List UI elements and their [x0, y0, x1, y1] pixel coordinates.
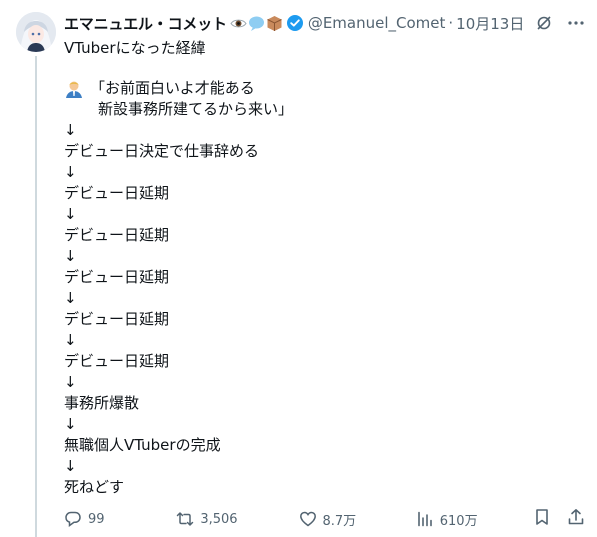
arrow-line: ↓ — [64, 415, 77, 433]
step-line: デビュー日決定で仕事辞める — [64, 142, 260, 160]
arrow-line: ↓ — [64, 373, 77, 391]
like-count: 8.7万 — [322, 513, 357, 529]
step-line: デビュー日延期 — [64, 184, 170, 202]
step-line: 事務所爆散 — [64, 394, 140, 412]
reply-count: 99 — [88, 511, 105, 527]
repost-button[interactable]: 3,506 — [176, 510, 298, 528]
share-icon[interactable] — [567, 508, 585, 530]
arrow-line: ↓ — [64, 121, 77, 139]
more-options-icon[interactable] — [567, 14, 585, 32]
step-line: デビュー日延期 — [64, 226, 170, 244]
name-emojis — [230, 15, 283, 32]
post-date[interactable]: 10月13日 — [456, 13, 524, 34]
action-bar: 99 3,506 8.7万 610万 — [64, 508, 585, 530]
bookmark-icon[interactable] — [533, 508, 551, 530]
post-lines: 「お前面白いよ才能ある 新設事務所建てるから来い」 ↓ デビュー日決定で仕事辞め… — [64, 78, 293, 498]
reply-icon — [65, 511, 81, 527]
arrow-line: ↓ — [64, 457, 77, 475]
step-line: 無職個人VTuberの完成 — [64, 436, 221, 454]
avatar-image — [16, 12, 56, 52]
post-body: VTuberになった経緯 「お前面白いよ才能ある 新設事務所建てるから来い」 ↓… — [64, 38, 585, 496]
repost-icon — [177, 512, 194, 526]
like-button[interactable]: 8.7万 — [299, 510, 416, 529]
package-emoji-icon — [266, 15, 283, 32]
handle[interactable]: @Emanuel_Comet — [308, 14, 446, 32]
step-line: デビュー日延期 — [64, 310, 170, 328]
reply-button[interactable]: 99 — [64, 510, 176, 528]
repost-count: 3,506 — [200, 511, 238, 527]
arrow-line: ↓ — [64, 163, 77, 181]
quote-block: 「お前面白いよ才能ある 新設事務所建てるから来い」 — [64, 78, 293, 120]
businessman-emoji-icon — [64, 79, 84, 99]
views-icon — [417, 511, 432, 527]
quote-line: 「お前面白いよ才能ある — [90, 79, 255, 97]
step-line: 死ねどす — [64, 478, 125, 496]
eye-emoji-icon — [230, 15, 247, 32]
step-line: デビュー日延期 — [64, 352, 170, 370]
step-line: デビュー日延期 — [64, 268, 170, 286]
arrow-line: ↓ — [64, 205, 77, 223]
arrow-line: ↓ — [64, 289, 77, 307]
arrow-line: ↓ — [64, 247, 77, 265]
avatar[interactable] — [16, 12, 56, 52]
quote-line: 新設事務所建てるから来い」 — [98, 100, 294, 118]
arrow-line: ↓ — [64, 331, 77, 349]
header-separator: · — [448, 14, 454, 32]
speech-bubble-emoji-icon — [248, 15, 265, 32]
display-name[interactable]: エマニュエル・コメット — [64, 13, 227, 34]
post-title: VTuberになった経緯 — [64, 39, 206, 57]
views-count: 610万 — [439, 513, 478, 529]
thread-line — [35, 56, 37, 537]
grok-icon[interactable] — [535, 14, 553, 32]
views-button[interactable]: 610万 — [416, 510, 533, 529]
heart-icon — [299, 511, 316, 527]
verified-badge-icon — [286, 14, 304, 32]
post-header: エマニュエル・コメット @Emanuel_Comet · 10月13日 — [64, 12, 585, 34]
